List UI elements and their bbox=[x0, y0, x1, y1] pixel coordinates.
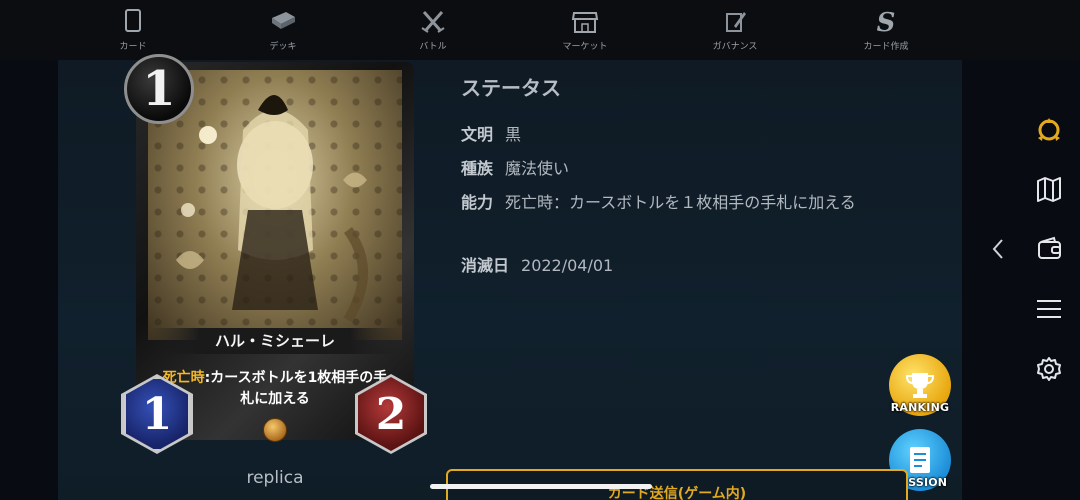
nav-market[interactable]: マーケット bbox=[540, 6, 630, 52]
status-row-expiry: 消滅日 2022/04/01 bbox=[461, 253, 901, 279]
trophy-icon bbox=[905, 373, 935, 398]
status-key: 文明 bbox=[461, 125, 494, 144]
status-value: 死亡時：カースボトルを１枚相手の手札に加える bbox=[505, 193, 856, 212]
home-indicator[interactable] bbox=[430, 484, 652, 489]
nav-card-label: カード bbox=[119, 42, 147, 52]
nav-governance[interactable]: ガバナンス bbox=[690, 6, 780, 52]
nav-card-create-label: カード作成 bbox=[863, 42, 909, 52]
nav-deck[interactable]: デッキ bbox=[238, 6, 328, 52]
card-caption: replica bbox=[246, 468, 304, 488]
nav-battle[interactable]: バトル bbox=[388, 6, 478, 52]
nav-governance-label: ガバナンス bbox=[712, 42, 758, 52]
market-shop-icon bbox=[571, 12, 599, 33]
nav-battle-label: バトル bbox=[419, 42, 447, 52]
rarity-coin-icon bbox=[263, 418, 287, 442]
status-row-ability: 能力 死亡時：カースボトルを１枚相手の手札に加える bbox=[461, 190, 885, 216]
menu-icon[interactable] bbox=[1034, 294, 1064, 324]
status-key: 消滅日 bbox=[461, 256, 510, 275]
status-row-civilization: 文明 黒 bbox=[461, 122, 885, 148]
ring-logo-icon[interactable] bbox=[1034, 114, 1064, 144]
chevron-left-icon[interactable] bbox=[984, 234, 1014, 264]
status-value: 黒 bbox=[505, 125, 522, 144]
nav-card[interactable]: カード bbox=[88, 6, 178, 52]
svg-text:S: S bbox=[877, 8, 896, 36]
wallet-icon[interactable] bbox=[1034, 234, 1064, 264]
deck-icon bbox=[272, 12, 295, 29]
card-icon bbox=[125, 9, 141, 32]
nav-market-label: マーケット bbox=[562, 42, 608, 52]
ranking-label: RANKING bbox=[890, 401, 950, 414]
gear-icon[interactable] bbox=[1034, 354, 1064, 384]
status-value: 2022/04/01 bbox=[521, 256, 614, 275]
card-cost-badge: 1 bbox=[124, 54, 194, 124]
governance-pen-icon bbox=[726, 12, 746, 32]
status-key: 種族 bbox=[461, 159, 494, 178]
card-name: ハル・ミシェーレ bbox=[150, 328, 400, 354]
map-icon[interactable] bbox=[1034, 174, 1064, 204]
nav-card-create[interactable]: S カード作成 bbox=[841, 6, 931, 52]
status-key: 能力 bbox=[461, 193, 494, 212]
status-row-race: 種族 魔法使い bbox=[461, 156, 885, 182]
nav-deck-label: デッキ bbox=[269, 42, 297, 52]
card-create-s-icon: S bbox=[877, 8, 896, 36]
status-title: ステータス bbox=[461, 76, 561, 100]
status-value: 魔法使い bbox=[505, 159, 570, 178]
battle-swords-icon bbox=[421, 11, 445, 33]
top-navigation: カード デッキ バトル マーケット ガバナンス S カード作成 bbox=[0, 0, 1080, 60]
